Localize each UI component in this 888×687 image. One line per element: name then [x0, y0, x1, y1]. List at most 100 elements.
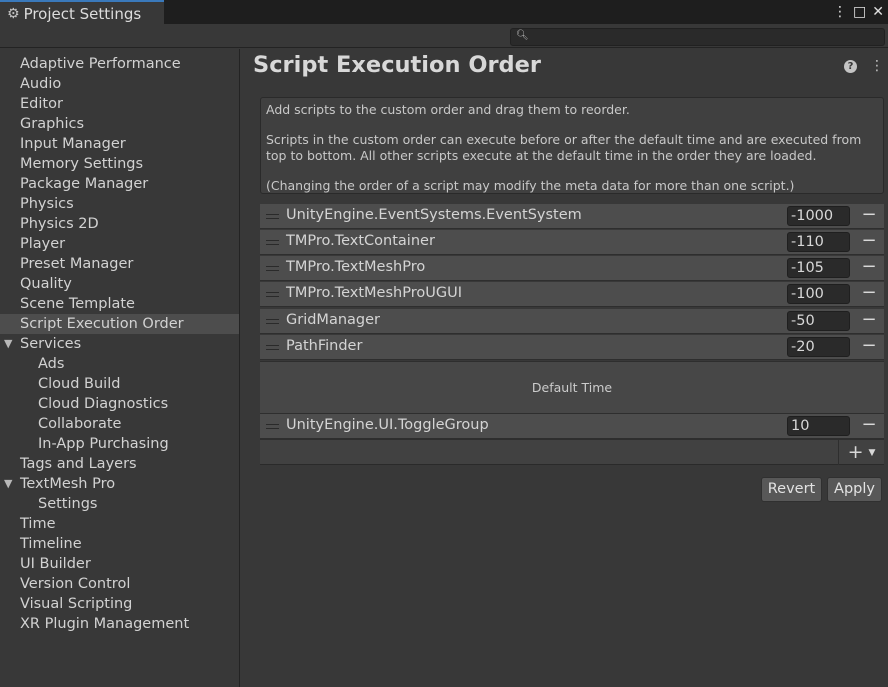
script-row[interactable]: PathFinder − — [260, 335, 884, 360]
tab-title: Project Settings — [23, 4, 142, 23]
remove-script-button[interactable]: − — [861, 256, 877, 280]
more-options-icon[interactable]: ⋮ — [870, 58, 884, 74]
script-row[interactable]: TMPro.TextContainer − — [260, 230, 884, 255]
sidebar-item-xr-plugin-management[interactable]: XR Plugin Management — [0, 614, 239, 634]
sidebar-item-ui-builder[interactable]: UI Builder — [0, 554, 239, 574]
script-name: TMPro.TextContainer — [286, 233, 435, 249]
project-settings-tab[interactable]: ⚙ Project Settings — [0, 0, 164, 25]
sidebar-item-label: Graphics — [20, 116, 85, 132]
sidebar-item-in-app-purchasing[interactable]: In-App Purchasing — [0, 434, 239, 454]
script-row[interactable]: UnityEngine.EventSystems.EventSystem − — [260, 204, 884, 229]
remove-script-button[interactable]: − — [861, 414, 877, 438]
script-name: GridManager — [286, 312, 380, 328]
add-script-button[interactable]: + ▼ — [838, 440, 884, 465]
sidebar-item-label: Cloud Diagnostics — [38, 396, 169, 412]
sidebar-item-preset-manager[interactable]: Preset Manager — [0, 254, 239, 274]
sidebar-item-timeline[interactable]: Timeline — [0, 534, 239, 554]
sidebar-item-memory-settings[interactable]: Memory Settings — [0, 154, 239, 174]
sidebar-item-time[interactable]: Time — [0, 514, 239, 534]
sidebar-item-collaborate[interactable]: Collaborate — [0, 414, 239, 434]
sidebar-item-audio[interactable]: Audio — [0, 74, 239, 94]
sidebar-item-label: Preset Manager — [20, 256, 134, 272]
remove-script-button[interactable]: − — [861, 230, 877, 254]
default-time-marker: Default Time — [260, 361, 884, 414]
sidebar-item-label: Time — [20, 516, 56, 532]
drag-handle-icon[interactable] — [266, 266, 279, 271]
sidebar-item-services[interactable]: ▼ Services — [0, 334, 239, 354]
remove-script-button[interactable]: − — [861, 282, 877, 306]
sidebar-item-label: Services — [20, 336, 82, 352]
sidebar-item-physics-2d[interactable]: Physics 2D — [0, 214, 239, 234]
script-name: TMPro.TextMeshProUGUI — [286, 285, 462, 301]
window-menu-icon[interactable]: ⋮ — [833, 5, 847, 19]
script-name: UnityEngine.EventSystems.EventSystem — [286, 207, 582, 223]
script-name: PathFinder — [286, 338, 363, 354]
sidebar-item-physics[interactable]: Physics — [0, 194, 239, 214]
plus-icon: + — [847, 441, 864, 463]
sidebar-item-tags-and-layers[interactable]: Tags and Layers — [0, 454, 239, 474]
sidebar-item-label: Script Execution Order — [20, 316, 184, 332]
sidebar-item-adaptive-performance[interactable]: Adaptive Performance — [0, 54, 239, 74]
script-row[interactable]: UnityEngine.UI.ToggleGroup − — [260, 414, 884, 439]
execution-order-field[interactable] — [787, 206, 850, 226]
remove-script-button[interactable]: − — [861, 309, 877, 333]
sidebar-item-graphics[interactable]: Graphics — [0, 114, 239, 134]
settings-search[interactable]: 🔍︎ — [510, 28, 885, 46]
sidebar-item-input-manager[interactable]: Input Manager — [0, 134, 239, 154]
sidebar-item-textmesh-settings[interactable]: Settings — [0, 494, 239, 514]
drag-handle-icon[interactable] — [266, 214, 279, 219]
drag-handle-icon[interactable] — [266, 240, 279, 245]
execution-order-field[interactable] — [787, 416, 850, 436]
sidebar-item-label: Quality — [20, 276, 72, 292]
drag-handle-icon[interactable] — [266, 345, 279, 350]
info-text-line: Add scripts to the custom order and drag… — [266, 102, 630, 117]
expand-arrow-icon[interactable]: ▼ — [4, 474, 12, 494]
sidebar-item-label: Adaptive Performance — [20, 56, 181, 72]
script-row[interactable]: TMPro.TextMeshProUGUI − — [260, 282, 884, 307]
drag-handle-icon[interactable] — [266, 292, 279, 297]
remove-script-button[interactable]: − — [861, 204, 877, 228]
sidebar-item-package-manager[interactable]: Package Manager — [0, 174, 239, 194]
sidebar-item-player[interactable]: Player — [0, 234, 239, 254]
help-icon[interactable]: ? — [844, 60, 857, 73]
sidebar-item-textmesh-pro[interactable]: ▼ TextMesh Pro — [0, 474, 239, 494]
close-icon[interactable]: ✕ — [872, 5, 884, 19]
sidebar-item-label: Package Manager — [20, 176, 149, 192]
sidebar-item-cloud-diagnostics[interactable]: Cloud Diagnostics — [0, 394, 239, 414]
execution-order-field[interactable] — [787, 284, 850, 304]
drag-handle-icon[interactable] — [266, 319, 279, 324]
execution-order-field[interactable] — [787, 337, 850, 357]
sidebar-item-cloud-build[interactable]: Cloud Build — [0, 374, 239, 394]
sidebar-item-ads[interactable]: Ads — [0, 354, 239, 374]
sidebar-item-label: Input Manager — [20, 136, 126, 152]
sidebar-item-scene-template[interactable]: Scene Template — [0, 294, 239, 314]
sidebar-item-label: Ads — [38, 356, 65, 372]
apply-button[interactable]: Apply — [827, 477, 882, 502]
sidebar-item-version-control[interactable]: Version Control — [0, 574, 239, 594]
sidebar-item-label: Tags and Layers — [20, 456, 137, 472]
sidebar-item-label: Memory Settings — [20, 156, 144, 172]
sidebar-item-quality[interactable]: Quality — [0, 274, 239, 294]
list-footer: + ▼ — [260, 439, 884, 465]
revert-button[interactable]: Revert — [761, 477, 822, 502]
expand-arrow-icon[interactable]: ▼ — [4, 334, 12, 354]
sidebar-item-label: Collaborate — [38, 416, 122, 432]
drag-handle-icon[interactable] — [266, 424, 279, 429]
search-input[interactable] — [529, 29, 879, 45]
execution-order-field[interactable] — [787, 232, 850, 252]
sidebar-item-editor[interactable]: Editor — [0, 94, 239, 114]
maximize-icon[interactable]: □ — [853, 5, 866, 19]
sidebar-item-visual-scripting[interactable]: Visual Scripting — [0, 594, 239, 614]
sidebar-item-label: Physics 2D — [20, 216, 99, 232]
sidebar-item-label: Scene Template — [20, 296, 135, 312]
script-row[interactable]: GridManager − — [260, 309, 884, 334]
window-controls: ⋮ □ ✕ — [833, 2, 884, 22]
execution-order-field[interactable] — [787, 258, 850, 278]
sidebar-item-label: XR Plugin Management — [20, 616, 190, 632]
gear-icon: ⚙ — [7, 5, 20, 22]
script-row[interactable]: TMPro.TextMeshPro − — [260, 256, 884, 281]
sidebar-item-label: UI Builder — [20, 556, 91, 572]
sidebar-item-script-execution-order[interactable]: Script Execution Order — [0, 314, 239, 334]
remove-script-button[interactable]: − — [861, 335, 877, 359]
execution-order-field[interactable] — [787, 311, 850, 331]
